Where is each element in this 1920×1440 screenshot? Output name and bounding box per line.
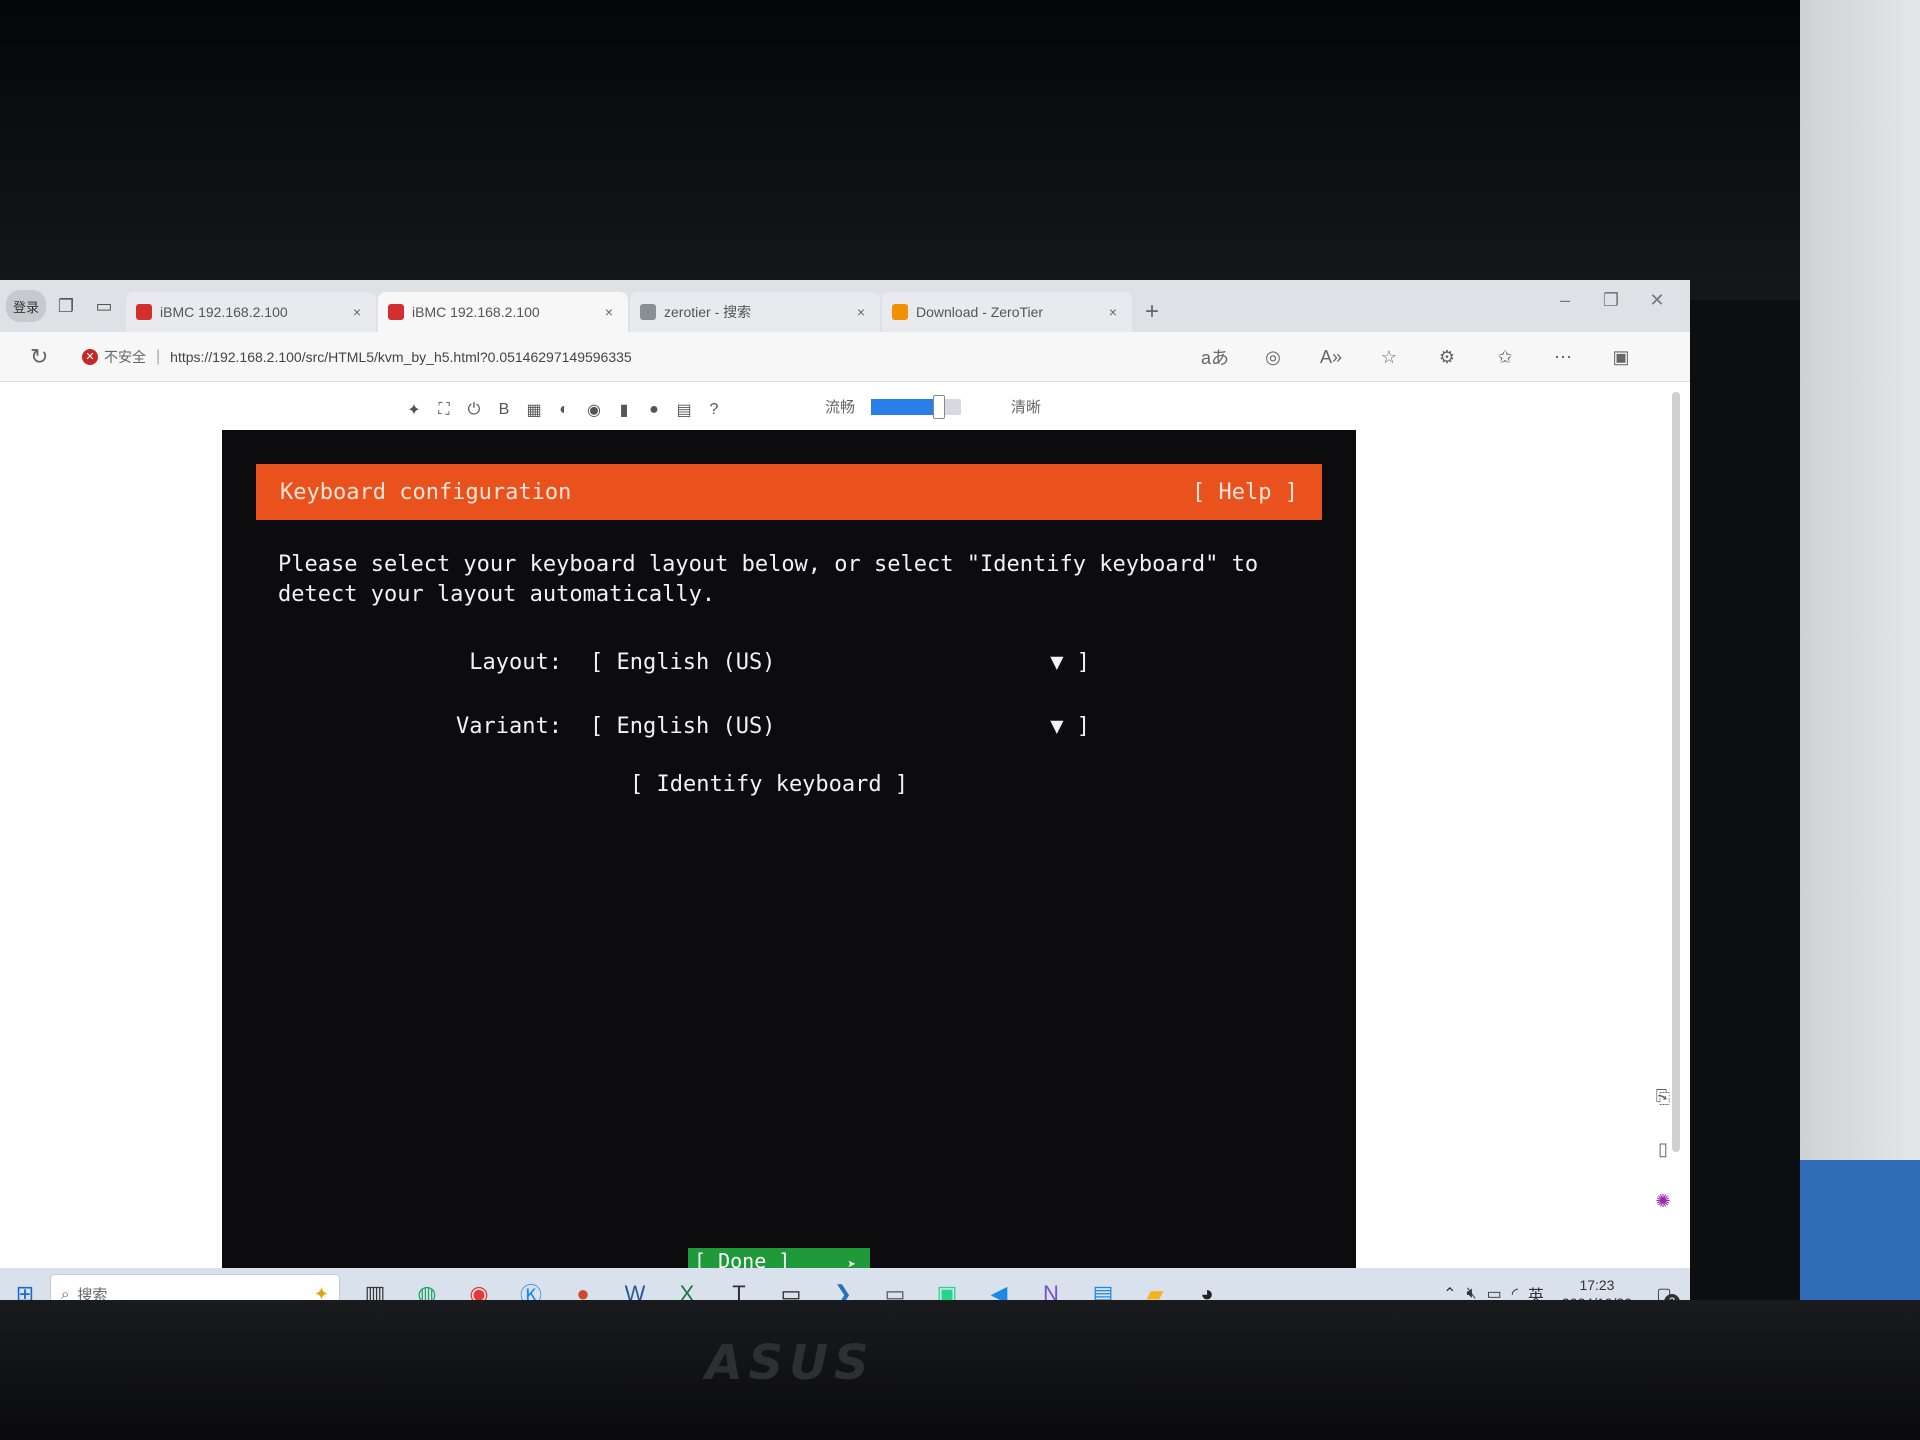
brand-logo: ASUS [705, 1335, 875, 1391]
help-button[interactable]: [ Help ] [1192, 480, 1298, 505]
more-icon[interactable]: ⋯ [1534, 340, 1592, 374]
tab-label: zerotier - 搜索 [664, 304, 752, 320]
browser-tab-active[interactable]: iBMC 192.168.2.100 × [378, 292, 628, 332]
sidebar-toggle-icon[interactable]: ▣ [1592, 340, 1650, 374]
copilot-icon[interactable]: ✺ [1648, 1186, 1678, 1216]
background-wall [1800, 0, 1920, 1160]
media-icon[interactable]: ◉ [580, 396, 608, 424]
minimize-icon[interactable]: – [1542, 286, 1588, 314]
favorites-icon[interactable]: ✩ [1476, 340, 1534, 374]
restore-icon[interactable]: ❐ [1588, 286, 1634, 314]
variant-label: Variant: [456, 714, 562, 739]
tab-label: iBMC 192.168.2.100 [412, 304, 540, 320]
window-controls: – ❐ ✕ [1542, 286, 1680, 314]
laptop-screen: 登录 ❐ ▭ iBMC 192.168.2.100 × iBMC 192.168… [0, 280, 1690, 1320]
close-icon[interactable]: × [348, 304, 366, 320]
help-icon[interactable]: ? [700, 396, 728, 424]
new-tab-button[interactable]: + [1134, 292, 1170, 332]
laptop-bezel-bottom [0, 1300, 1920, 1440]
close-icon[interactable]: × [852, 304, 870, 320]
variant-value: [ English (US) [590, 714, 776, 739]
security-indicator[interactable]: ✕ 不安全 [82, 347, 146, 367]
clock-time: 17:23 [1579, 1277, 1615, 1293]
browser-tabstrip: 登录 ❐ ▭ iBMC 192.168.2.100 × iBMC 192.168… [0, 280, 1690, 332]
security-label: 不安全 [104, 348, 146, 365]
browser-tab[interactable]: zerotier - 搜索 × [630, 292, 880, 332]
huawei-favicon-icon [136, 304, 152, 320]
variant-row: Variant: [ English (US) ▼ ] [422, 714, 1090, 739]
not-secure-icon: ✕ [82, 348, 98, 365]
kvm-console[interactable]: Keyboard configuration [ Help ] Please s… [222, 430, 1356, 1274]
browser-actions: aあ ◎ A» ☆ ⚙ ✩ ⋯ ▣ [1186, 340, 1650, 374]
edge-icon[interactable]: ◎ [1244, 340, 1302, 374]
boot-icon[interactable]: B [490, 396, 518, 424]
installer-title: Keyboard configuration [280, 479, 572, 505]
reload-icon[interactable]: ↻ [30, 344, 62, 370]
huawei-favicon-icon [388, 304, 404, 320]
layout-value: [ English (US) [590, 650, 776, 675]
translate-side-icon[interactable]: ⎘ [1648, 1082, 1678, 1112]
tab-actions-icon[interactable]: ▭ [88, 290, 120, 322]
image-icon[interactable]: ▤ [670, 396, 698, 424]
read-aloud-icon[interactable]: A» [1302, 340, 1360, 374]
keyboard-icon[interactable]: ▦ [520, 396, 548, 424]
extensions-icon[interactable]: ⚙ [1418, 340, 1476, 374]
video-icon[interactable]: ● [640, 396, 668, 424]
power-icon[interactable]: ⏻ [460, 396, 488, 424]
layout-row: Layout: [ English (US) ▼ ] [422, 650, 1090, 675]
profile-button[interactable]: 登录 [6, 290, 46, 322]
layout-select[interactable]: [ English (US) ▼ ] [590, 650, 1090, 675]
identify-keyboard-button[interactable]: [ Identify keyboard ] [630, 772, 908, 797]
divider: | [156, 347, 161, 365]
close-window-icon[interactable]: ✕ [1634, 286, 1680, 314]
workspaces-icon[interactable]: ❐ [50, 290, 82, 322]
variant-select[interactable]: [ English (US) ▼ ] [590, 714, 1090, 739]
page-content: ⎘ ▯ ✺ ✦ ⛶ ⏻ B ▦ ◐ ◉ ▮ ● ▤ ? 流畅 清晰 Keyboa… [0, 382, 1690, 1274]
zerotier-favicon-icon [892, 304, 908, 320]
quality-high-label: 清晰 [1011, 399, 1042, 416]
pin-icon[interactable]: ✦ [400, 396, 428, 424]
quality-slider[interactable] [871, 394, 962, 419]
tab-label: Download - ZeroTier [916, 304, 1044, 320]
browser-tab[interactable]: Download - ZeroTier × [882, 292, 1132, 332]
slider-thumb[interactable] [932, 394, 945, 419]
translate-icon[interactable]: aあ [1186, 340, 1244, 374]
slider-fill [871, 398, 939, 415]
quality-control: 流畅 清晰 [825, 394, 1042, 419]
mouse-icon[interactable]: ◐ [550, 396, 578, 424]
search-favicon-icon [640, 304, 656, 320]
quality-low-label: 流畅 [825, 399, 856, 416]
layout-label: Layout: [469, 650, 562, 675]
close-icon[interactable]: × [1104, 304, 1122, 320]
close-icon[interactable]: × [600, 304, 618, 320]
dropdown-arrow-icon: ▼ ] [1050, 714, 1090, 739]
dropdown-arrow-icon: ▼ ] [1050, 650, 1090, 675]
scrollbar[interactable] [1672, 392, 1680, 1152]
installer-intro: Please select your keyboard layout below… [278, 552, 1259, 607]
url-field[interactable]: https://192.168.2.100/src/HTML5/kvm_by_h… [170, 349, 632, 365]
record-icon[interactable]: ▮ [610, 396, 638, 424]
tab-label: iBMC 192.168.2.100 [160, 304, 288, 320]
favorite-star-icon[interactable]: ☆ [1360, 340, 1418, 374]
laptop-bezel-top [0, 0, 1920, 300]
fullscreen-icon[interactable]: ⛶ [430, 396, 458, 424]
browser-tab[interactable]: iBMC 192.168.2.100 × [126, 292, 376, 332]
address-bar: ↻ ✕ 不安全 | https://192.168.2.100/src/HTML… [0, 332, 1690, 382]
installer-header: Keyboard configuration [ Help ] [256, 464, 1322, 520]
reading-icon[interactable]: ▯ [1648, 1134, 1678, 1164]
